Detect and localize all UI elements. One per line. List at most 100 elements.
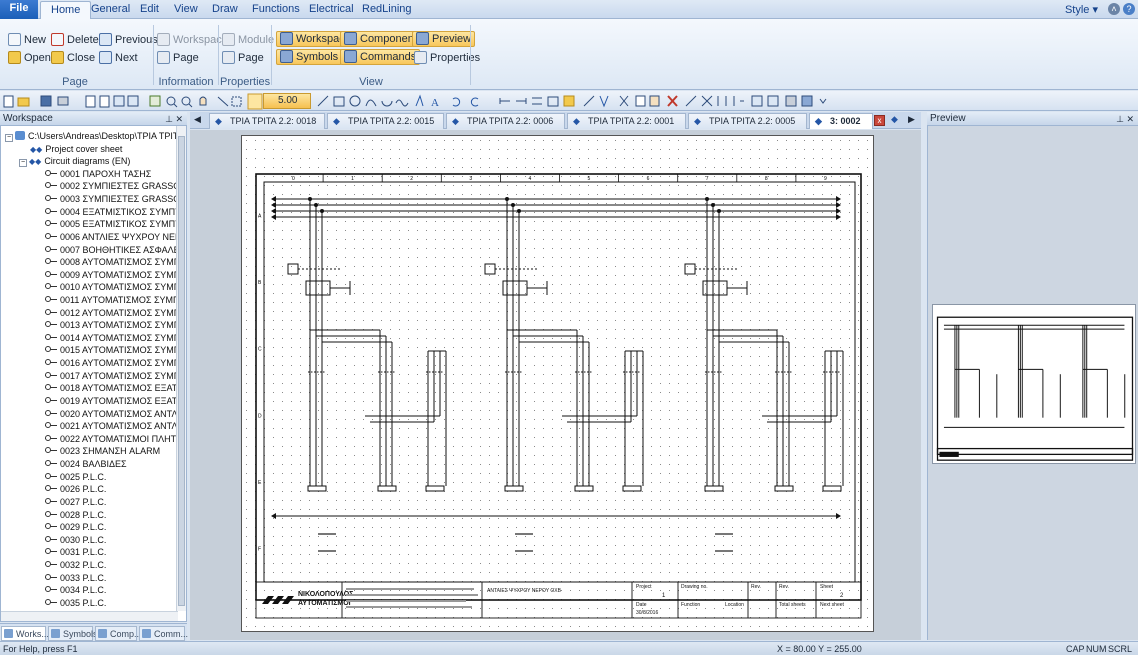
tree-page-item[interactable]: 0032 P.L.C.	[45, 559, 106, 572]
tree-page-item[interactable]: 0029 P.L.C.	[45, 521, 106, 534]
tree-page-item[interactable]: 0005 ΕΞΑΤΜΙΣΤΙΚΟΣ ΣΥΜΠΥΚΝ	[45, 218, 186, 231]
tab-commands[interactable]: Comm...	[139, 626, 188, 641]
workspace-vertical-scrollbar[interactable]	[176, 126, 186, 611]
tree-page-item[interactable]: 0007 ΒΟΗΘΗΤΙΚΕΣ ΑΣΦΑΛΕΙΕΣ	[45, 244, 186, 257]
help-icon[interactable]: ?	[1123, 3, 1135, 15]
tab-file[interactable]: File	[0, 0, 38, 19]
tab-components[interactable]: Comp...	[95, 626, 142, 641]
tree-page-item[interactable]: 0010 ΑΥΤΟΜΑΤΙΣΜΟΣ ΣΥΜΠΙΕΣΤ	[45, 281, 187, 294]
date-value: 30/8/2016	[636, 610, 658, 616]
pin-icon[interactable]: ⊥ ✕	[165, 112, 183, 126]
page-icon	[45, 219, 57, 227]
delete-page-button[interactable]: Delete	[51, 32, 99, 48]
tree-page-item[interactable]: 0026 P.L.C.	[45, 483, 106, 496]
page-icon	[45, 585, 57, 593]
ribbon-options-icon[interactable]: ˄	[1108, 3, 1120, 15]
new-page-button[interactable]: New	[8, 32, 46, 48]
doc-tab-0001[interactable]: ΤΡΙΑ ΤΡΙΤΑ 2.2: 0001	[567, 113, 686, 129]
tree-page-item[interactable]: 0020 ΑΥΤΟΜΑΤΙΣΜΟΣ ΑΝΤΛΙΩΝ	[45, 408, 186, 421]
tree-page-item[interactable]: 0030 P.L.C.	[45, 534, 106, 547]
tree-page-item[interactable]: 0033 P.L.C.	[45, 572, 106, 585]
collapse-icon[interactable]: −	[19, 159, 27, 168]
tree-page-item[interactable]: 0003 ΣΥΜΠΙΕΣΤΕΣ GRASSO	[45, 193, 180, 206]
scrollbar-thumb[interactable]	[178, 136, 185, 606]
information-page-button[interactable]: Page	[157, 50, 199, 66]
page-icon	[45, 270, 57, 277]
document-tab-bar: ◀ ΤΡΙΑ ΤΡΙΤΑ 2.2: 0018 ΤΡΙΑ ΤΡΙΤΑ 2.2: 0…	[190, 112, 921, 129]
tree-page-item[interactable]: 0008 ΑΥΤΟΜΑΤΙΣΜΟΣ ΣΥΜΠΙΕΣΤ	[45, 256, 186, 269]
tree-page-item[interactable]: 0024 ΒΑΛΒΙΔΕΣ	[45, 458, 127, 471]
doc-tab-0015[interactable]: ΤΡΙΑ ΤΡΙΤΑ 2.2: 0015	[327, 113, 444, 129]
close-page-button[interactable]: Close	[51, 50, 95, 66]
workspace-panel-header: Workspace ⊥ ✕	[0, 112, 187, 126]
tree-page-item[interactable]: 0034 P.L.C.	[45, 584, 106, 597]
tree-page-item[interactable]: 0004 ΕΞΑΤΜΙΣΤΙΚΟΣ ΣΥΜΠΥΚΝ	[45, 206, 186, 219]
tree-page-item-label: 0019 ΑΥΤΟΜΑΤΙΣΜΟΣ ΕΞΑΤΜ. Σ	[60, 395, 187, 406]
tree-page-item[interactable]: 0019 ΑΥΤΟΜΑΤΙΣΜΟΣ ΕΞΑΤΜ. Σ	[45, 395, 187, 408]
workspace-horizontal-scrollbar[interactable]	[1, 611, 178, 621]
tree-page-item[interactable]: 0027 P.L.C.	[45, 496, 106, 509]
tab-workspace[interactable]: Works...	[1, 626, 49, 641]
open-page-button[interactable]: Open	[8, 50, 51, 66]
page-icon	[45, 421, 57, 429]
open-folder-icon	[8, 51, 21, 64]
tree-page-item[interactable]: 0001 ΠΑΡΟΧΗ ΤΑΣΗΣ	[45, 168, 151, 181]
view-properties-label: Properties	[430, 52, 481, 64]
tree-page-item-label: 0010 ΑΥΤΟΜΑΤΙΣΜΟΣ ΣΥΜΠΙΕΣΤ	[60, 282, 187, 293]
tree-page-item[interactable]: 0013 ΑΥΤΟΜΑΤΙΣΜΟΣ ΣΥΜΠΙΕΣΤ	[45, 319, 186, 332]
page-icon	[45, 497, 57, 504]
workspace-tree[interactable]: − C:\Users\Andreas\Desktop\ΤΡΙΑ ΤΡΙΤΑ 2.2…	[0, 125, 187, 622]
preview-thumbnail[interactable]	[932, 304, 1136, 464]
sheet-label: Sheet	[820, 584, 834, 590]
doc-tab-0006[interactable]: ΤΡΙΑ ΤΡΙΤΑ 2.2: 0006	[446, 113, 565, 129]
properties-module-button[interactable]: Module	[222, 32, 274, 48]
doc-tab-0005[interactable]: ΤΡΙΑ ΤΡΙΤΑ 2.2: 0005	[688, 113, 807, 129]
tree-cover-sheet[interactable]: ◆◆ Project cover sheet	[30, 143, 122, 156]
tab-draw[interactable]: Draw	[202, 1, 248, 19]
tree-page-item[interactable]: 0022 ΑΥΤΟΜΑΤΙΣΜΟΙ ΠΛΗΤΡΩΝ	[45, 433, 186, 446]
tree-page-item[interactable]: 0028 P.L.C.	[45, 509, 106, 522]
close-page-label: Close	[67, 52, 96, 64]
tree-page-item[interactable]: 0002 ΣΥΜΠΙΕΣΤΕΣ GRASSO	[45, 180, 180, 193]
drawing-title-text: ΑΝΤΛΙΕΣ ΨΥΧΡΟΥ ΝΕΡΟΥ ΟΧΒ	[487, 588, 562, 594]
view-symbols-toggle[interactable]: Symbols	[276, 49, 343, 65]
tree-page-item[interactable]: 0014 ΑΥΤΟΜΑΤΙΣΜΟΣ ΣΥΜΠΙΕΣΤ	[45, 332, 186, 345]
next-page-button[interactable]: Next	[99, 50, 138, 66]
toolbar-icons[interactable]: A	[0, 91, 1138, 111]
tab-symbols[interactable]: Symbols	[48, 626, 98, 641]
close-tab-icon[interactable]: x	[874, 115, 885, 126]
tree-page-item[interactable]: 0006 ΑΝΤΛΙΕΣ ΨΥΧΡΟΥ ΝΕΡΟΥ	[45, 231, 186, 244]
status-help-text: For Help, press F1	[3, 644, 78, 654]
view-preview-toggle[interactable]: Preview	[412, 31, 476, 47]
pin-icon[interactable]: ⊥ ✕	[1116, 112, 1134, 126]
zoom-level-select[interactable]: 5.00	[263, 93, 311, 109]
tree-page-item[interactable]: 0015 ΑΥΤΟΜΑΤΙΣΜΟΣ ΣΥΜΠΙΕΣΤ	[45, 344, 187, 357]
tree-page-item[interactable]: 0009 ΑΥΤΟΜΑΤΙΣΜΟΣ ΣΥΜΠΙΕΣΤ	[45, 269, 186, 282]
tabs-right-arrow-icon[interactable]: ▶	[908, 114, 915, 125]
tab-redlining[interactable]: RedLining	[352, 1, 422, 19]
doc-tab-0018[interactable]: ΤΡΙΑ ΤΡΙΤΑ 2.2: 0018	[209, 113, 325, 129]
previous-page-button[interactable]: Previous	[99, 32, 158, 48]
properties-page-button[interactable]: Page	[222, 50, 264, 66]
tree-circuit-diagrams[interactable]: − ◆◆ Circuit diagrams (EN)	[19, 155, 130, 168]
collapse-icon[interactable]: −	[5, 134, 13, 142]
tabs-left-arrow-icon[interactable]: ◀	[194, 114, 201, 125]
tree-page-item-label: 0025 P.L.C.	[60, 471, 107, 482]
tree-page-item[interactable]: 0021 ΑΥΤΟΜΑΤΙΣΜΟΣ ΑΝΤΛΙΩΝ	[45, 420, 186, 433]
tree-page-item[interactable]: 0012 ΑΥΤΟΜΑΤΙΣΜΟΣ ΣΥΜΠΙΕΣΤ	[45, 307, 186, 320]
tree-page-item[interactable]: 0016 ΑΥΤΟΜΑΤΙΣΜΟΣ ΣΥΜΠΙΕΣΤ	[45, 357, 186, 370]
tree-page-item[interactable]: 0031 P.L.C.	[45, 546, 106, 559]
tree-page-item[interactable]: 0035 P.L.C.	[45, 597, 106, 610]
view-commands-toggle[interactable]: Commands	[340, 49, 421, 65]
tree-page-item[interactable]: 0018 ΑΥΤΟΜΑΤΙΣΜΟΣ ΕΞΑΤΜ. Σ	[45, 382, 186, 395]
schematic-sheet[interactable]: 0123456789 ABCDEF ΝΙΚΟΛΟΠΟΥΛΟΣ ΑΥΤΟΜΑΤΙΣ…	[241, 135, 875, 633]
tree-page-item[interactable]: 0011 ΑΥΤΟΜΑΤΙΣΜΟΣ ΣΥΜΠΙΕΣΤ	[45, 294, 186, 307]
tree-page-item-label: 0015 ΑΥΤΟΜΑΤΙΣΜΟΣ ΣΥΜΠΙΕΣΤ	[60, 345, 187, 356]
tree-page-item-label: 0035 P.L.C.	[60, 597, 107, 608]
tree-page-item[interactable]: 0025 P.L.C.	[45, 471, 106, 484]
tree-page-item[interactable]: 0023 ΣΗΜΑΝΣΗ ALARM	[45, 445, 160, 458]
tree-project-root[interactable]: − C:\Users\Andreas\Desktop\ΤΡΙΑ ΤΡΙΤΑ 2.2	[5, 130, 186, 143]
doc-tab-0002[interactable]: 3: 0002	[809, 113, 873, 129]
style-menu[interactable]: Style ▾	[1065, 3, 1098, 16]
tree-page-item[interactable]: 0017 ΑΥΤΟΜΑΤΙΣΜΟΣ ΣΥΜΠΙΕΣΤ	[45, 370, 186, 383]
